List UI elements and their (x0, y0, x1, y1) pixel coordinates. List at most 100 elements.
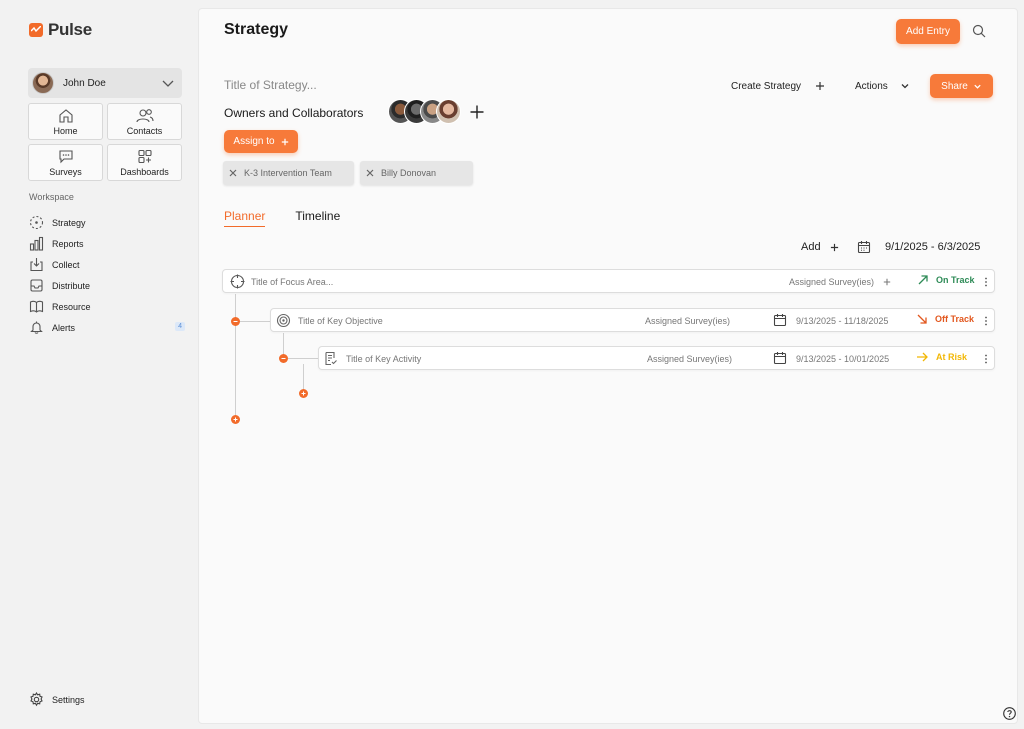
user-name: John Doe (63, 77, 106, 89)
collect-icon (30, 258, 43, 272)
assignee-chip: Billy Donovan (360, 161, 473, 185)
tree-connector (235, 294, 236, 419)
chevron-down-icon (162, 80, 174, 87)
more-icon[interactable] (984, 276, 988, 288)
user-avatar (32, 72, 54, 94)
settings-link[interactable]: Settings (29, 692, 85, 707)
tab-timeline[interactable]: Timeline (295, 209, 340, 227)
plus-icon (830, 243, 838, 251)
resource-icon (29, 300, 44, 313)
nav-tile-label: Surveys (49, 166, 82, 177)
reports-icon (29, 236, 44, 251)
assigned-surveys-label[interactable]: Assigned Survey(ies) (645, 316, 730, 326)
status-badge[interactable]: Off Track (917, 314, 974, 324)
search-icon[interactable] (972, 24, 986, 38)
avatar (436, 99, 461, 124)
nav-tile-home[interactable]: Home (28, 103, 103, 140)
focus-area-title[interactable]: Title of Focus Area... (251, 277, 333, 287)
status-badge[interactable]: On Track (918, 275, 975, 285)
user-menu[interactable]: John Doe (28, 68, 182, 98)
help-icon[interactable] (1003, 707, 1016, 720)
nav-tile-label: Home (53, 125, 78, 136)
collaborator-avatars[interactable] (388, 99, 461, 124)
key-objective-title[interactable]: Title of Key Objective (298, 316, 383, 326)
chevron-down-icon (901, 84, 909, 89)
sidebar-item-label: Resource (52, 301, 91, 312)
share-button[interactable]: Share (930, 74, 993, 98)
add-child-node-icon[interactable] (231, 415, 240, 424)
add-child-node-icon[interactable] (299, 389, 308, 398)
target-icon (276, 313, 291, 328)
sidebar-item-alerts[interactable]: Alerts 4 (29, 317, 185, 338)
plus-icon (281, 138, 288, 145)
assigned-surveys-label[interactable]: Assigned Survey(ies) (647, 354, 732, 364)
strategy-icon (29, 215, 44, 230)
alerts-icon (30, 321, 43, 334)
calendar-icon[interactable] (773, 313, 787, 327)
status-badge[interactable]: At Risk (916, 352, 967, 362)
actions-label: Actions (855, 80, 888, 92)
dashboards-icon (137, 149, 152, 163)
actions-dropdown[interactable]: Actions (855, 74, 910, 98)
date-range-value: 9/1/2025 - 6/3/2025 (885, 241, 981, 253)
sidebar-item-reports[interactable]: Reports (29, 233, 185, 254)
strategy-title-input[interactable]: Title of Strategy... (224, 78, 317, 92)
assigned-surveys-label[interactable]: Assigned Survey(ies) (789, 277, 874, 287)
sidebar-item-label: Alerts (52, 322, 76, 333)
close-icon[interactable] (229, 169, 237, 177)
status-text: At Risk (936, 352, 968, 362)
pulse-logo-icon (29, 23, 43, 37)
settings-label: Settings (52, 694, 85, 705)
create-strategy-button[interactable]: Create Strategy (731, 74, 825, 98)
app-name: Pulse (48, 20, 92, 39)
nav-tile-surveys[interactable]: Surveys (28, 144, 103, 181)
app-logo[interactable]: Pulse (29, 20, 92, 40)
trend-up-icon (918, 275, 928, 285)
close-icon[interactable] (366, 169, 374, 177)
sidebar-item-collect[interactable]: Collect (29, 254, 185, 275)
nav-tile-dashboards[interactable]: Dashboards (107, 144, 182, 181)
tree-connector (288, 358, 318, 359)
gear-icon (30, 692, 43, 707)
plus-icon[interactable] (883, 278, 891, 286)
calendar-icon[interactable] (773, 351, 787, 365)
assignee-chips: K-3 Intervention Team Billy Donovan (223, 161, 473, 185)
crosshair-icon (230, 274, 245, 289)
collapse-node-icon[interactable] (279, 354, 288, 363)
main-panel: Strategy Add Entry Title of Strategy... … (198, 8, 1018, 724)
sidebar-item-label: Collect (52, 259, 80, 270)
key-activity-title[interactable]: Title of Key Activity (346, 354, 421, 364)
sidebar-item-distribute[interactable]: Distribute (29, 275, 185, 296)
view-tabs: Planner Timeline (224, 209, 340, 227)
assign-to-label: Assign to (233, 136, 275, 147)
sidebar-item-resource[interactable]: Resource (29, 296, 185, 317)
focus-area-row[interactable]: Title of Focus Area... Assigned Survey(i… (222, 269, 995, 293)
owners-label: Owners and Collaborators (224, 106, 364, 120)
nav-tile-contacts[interactable]: Contacts (107, 103, 182, 140)
add-label: Add (801, 241, 821, 253)
status-text: On Track (936, 275, 975, 285)
tab-planner[interactable]: Planner (224, 209, 266, 227)
key-objective-row[interactable]: Title of Key Objective Assigned Survey(i… (270, 308, 995, 332)
tree-connector (240, 321, 270, 322)
more-icon[interactable] (984, 315, 988, 327)
calendar-icon (857, 241, 871, 254)
sidebar-item-label: Reports (52, 238, 84, 249)
alerts-count-badge: 4 (175, 322, 185, 331)
add-collaborator-icon[interactable] (469, 104, 485, 120)
add-item-button[interactable]: Add (801, 241, 839, 253)
create-strategy-label: Create Strategy (731, 80, 802, 92)
assign-to-button[interactable]: Assign to (224, 130, 298, 153)
sidebar: Pulse John Doe Home Contacts Surveys Das… (0, 0, 198, 729)
sidebar-item-strategy[interactable]: Strategy (29, 212, 185, 233)
more-icon[interactable] (984, 353, 988, 365)
distribute-icon (30, 279, 43, 292)
key-activity-row[interactable]: Title of Key Activity Assigned Survey(ie… (318, 346, 995, 370)
status-text: Off Track (935, 314, 975, 324)
collapse-node-icon[interactable] (231, 317, 240, 326)
contacts-icon (135, 108, 154, 122)
add-entry-button[interactable]: Add Entry (896, 19, 960, 44)
date-range-picker[interactable]: 9/1/2025 - 6/3/2025 (857, 240, 980, 254)
sidebar-item-label: Distribute (52, 280, 91, 291)
surveys-icon (58, 149, 73, 163)
